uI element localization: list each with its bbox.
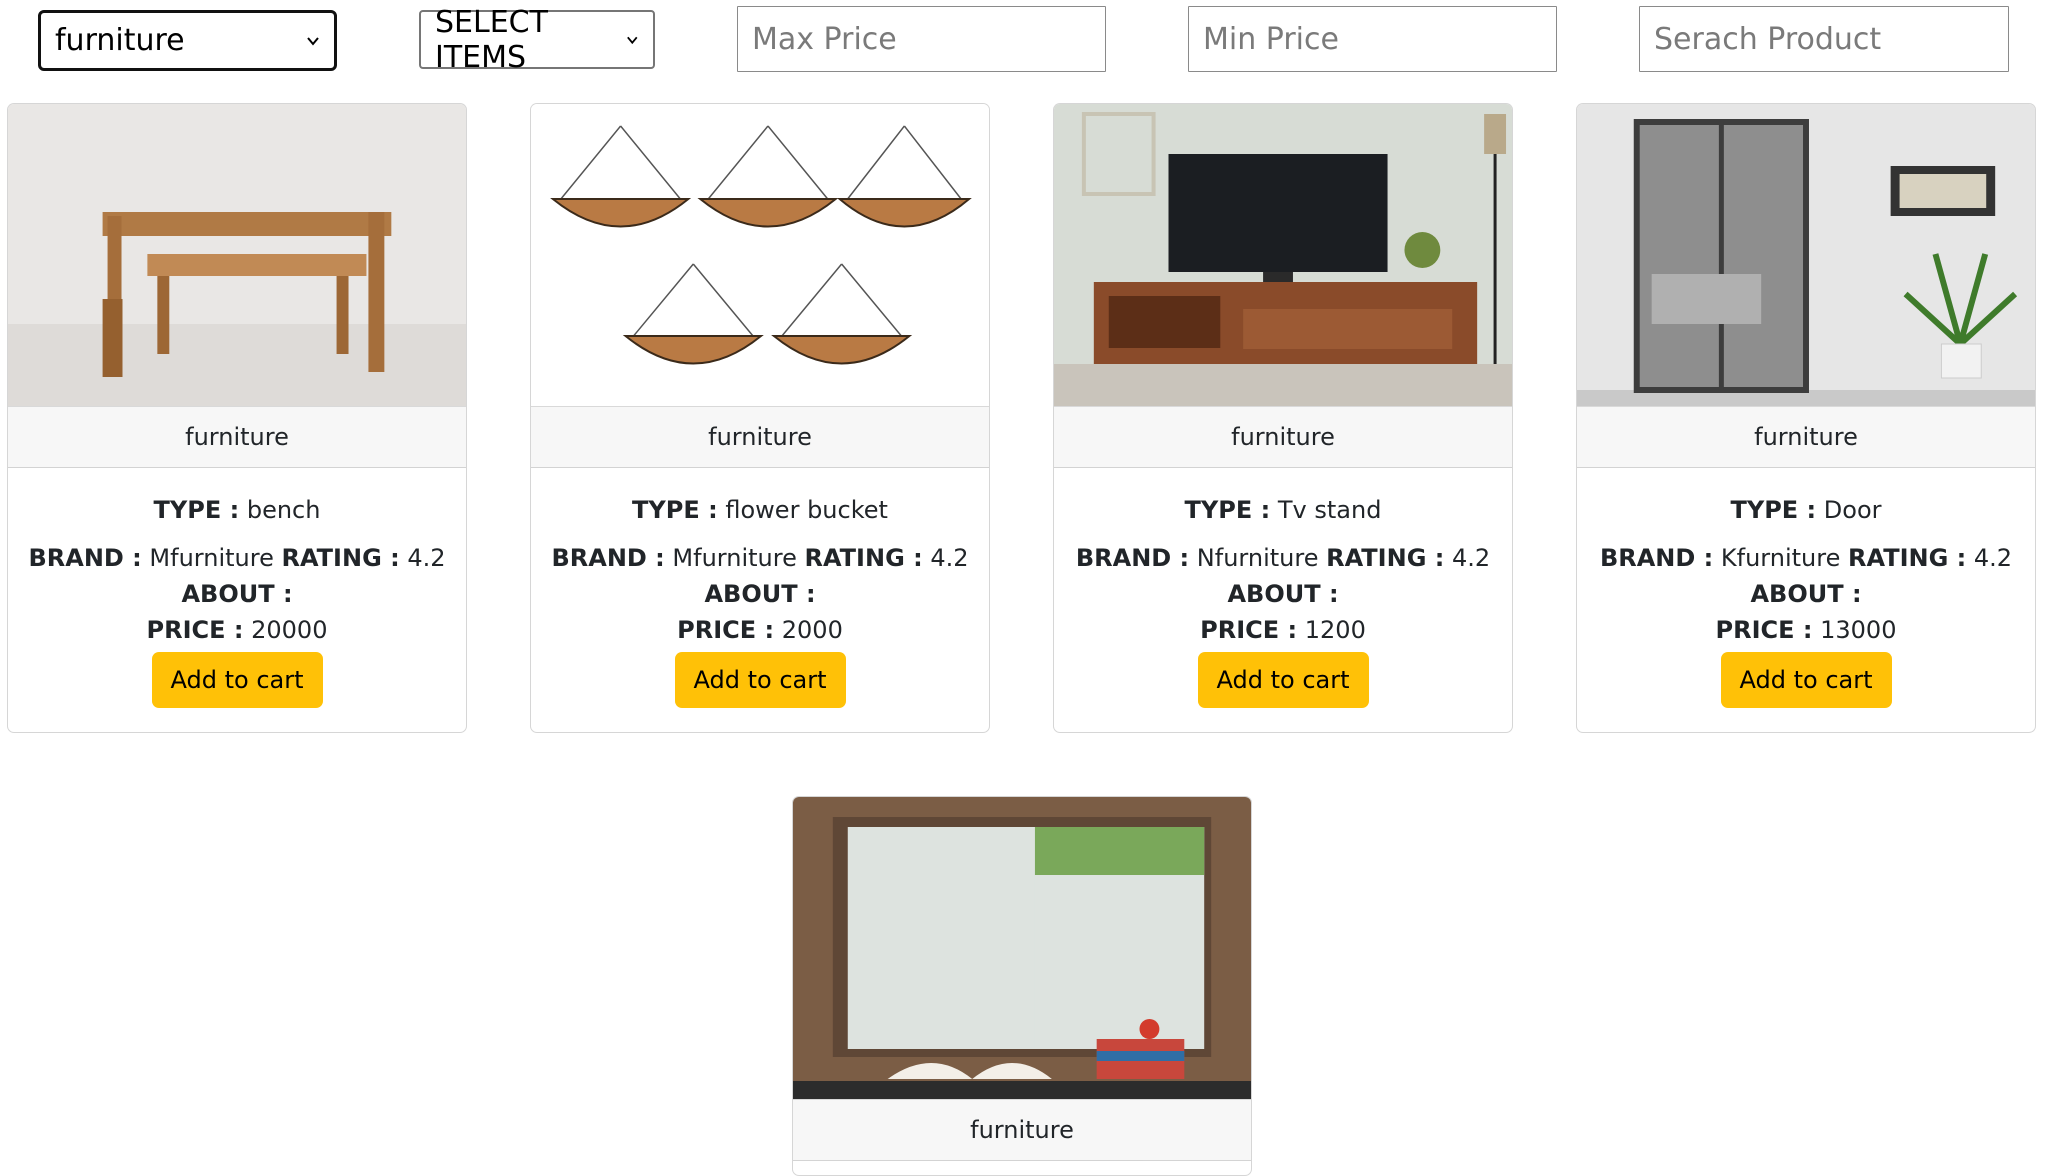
product-brand-rating: BRAND : Mfurniture RATING : 4.2	[28, 544, 446, 572]
product-image-flower-bucket	[531, 104, 989, 406]
product-about: ABOUT :	[704, 580, 816, 608]
min-price-input[interactable]: Min Price	[1188, 6, 1557, 72]
search-product-input[interactable]: Serach Product	[1639, 6, 2009, 72]
card-body: TYPE : Tv stand BRAND : Nfurniture RATIN…	[1054, 468, 1512, 732]
product-price: PRICE : 2000	[677, 616, 843, 644]
add-to-cart-button[interactable]: Add to cart	[1197, 652, 1369, 708]
product-about: ABOUT :	[1750, 580, 1862, 608]
max-price-input[interactable]: Max Price	[737, 6, 1106, 72]
product-card: furniture TYPE : Tv stand BRAND : Nfurni…	[1053, 103, 1513, 733]
add-to-cart-button[interactable]: Add to cart	[1720, 652, 1892, 708]
product-price: PRICE : 20000	[146, 616, 328, 644]
card-category: furniture	[1054, 406, 1512, 468]
product-about: ABOUT :	[1227, 580, 1339, 608]
product-card: furniture TYPE : bench BRAND : Mfurnitur…	[7, 103, 467, 733]
chevron-down-icon	[307, 36, 319, 46]
product-price: PRICE : 1200	[1200, 616, 1366, 644]
product-type: TYPE : Door	[1730, 496, 1882, 524]
product-card: furniture TYPE : Door BRAND : Kfurniture…	[1576, 103, 2036, 733]
add-to-cart-button[interactable]: Add to cart	[151, 652, 323, 708]
product-image-door	[1577, 104, 2035, 406]
card-body: TYPE : Door BRAND : Kfurniture RATING : …	[1577, 468, 2035, 732]
card-category: furniture	[8, 406, 466, 468]
product-brand-rating: BRAND : Nfurniture RATING : 4.2	[1075, 544, 1491, 572]
product-card: furniture	[792, 796, 1252, 1176]
card-category: furniture	[531, 406, 989, 468]
search-placeholder: Serach Product	[1654, 21, 1882, 57]
chevron-down-icon	[627, 36, 638, 44]
product-image-tv-stand	[1054, 104, 1512, 406]
product-brand-rating: BRAND : Kfurniture RATING : 4.2	[1599, 544, 2013, 572]
card-category: furniture	[793, 1099, 1251, 1161]
product-card: furniture TYPE : flower bucket BRAND : M…	[530, 103, 990, 733]
items-select-value: SELECT ITEMS	[435, 4, 548, 75]
product-type: TYPE : Tv stand	[1184, 496, 1382, 524]
card-body: TYPE : flower bucket BRAND : Mfurniture …	[531, 468, 989, 732]
product-price: PRICE : 13000	[1715, 616, 1897, 644]
category-select[interactable]: furniture	[38, 10, 337, 71]
product-type: TYPE : bench	[153, 496, 321, 524]
min-price-placeholder: Min Price	[1203, 21, 1339, 57]
filter-bar: furniture SELECT ITEMS Max Price Min Pri…	[0, 0, 2058, 90]
product-image-window	[793, 797, 1251, 1099]
product-type: TYPE : flower bucket	[632, 496, 888, 524]
card-body: TYPE : bench BRAND : Mfurniture RATING :…	[8, 468, 466, 732]
product-about: ABOUT :	[181, 580, 293, 608]
card-category: furniture	[1577, 406, 2035, 468]
items-select[interactable]: SELECT ITEMS	[419, 5, 655, 75]
category-select-value: furniture	[55, 23, 185, 58]
max-price-placeholder: Max Price	[752, 21, 897, 57]
product-image-bench	[8, 104, 466, 406]
product-brand-rating: BRAND : Mfurniture RATING : 4.2	[551, 544, 969, 572]
add-to-cart-button[interactable]: Add to cart	[674, 652, 846, 708]
